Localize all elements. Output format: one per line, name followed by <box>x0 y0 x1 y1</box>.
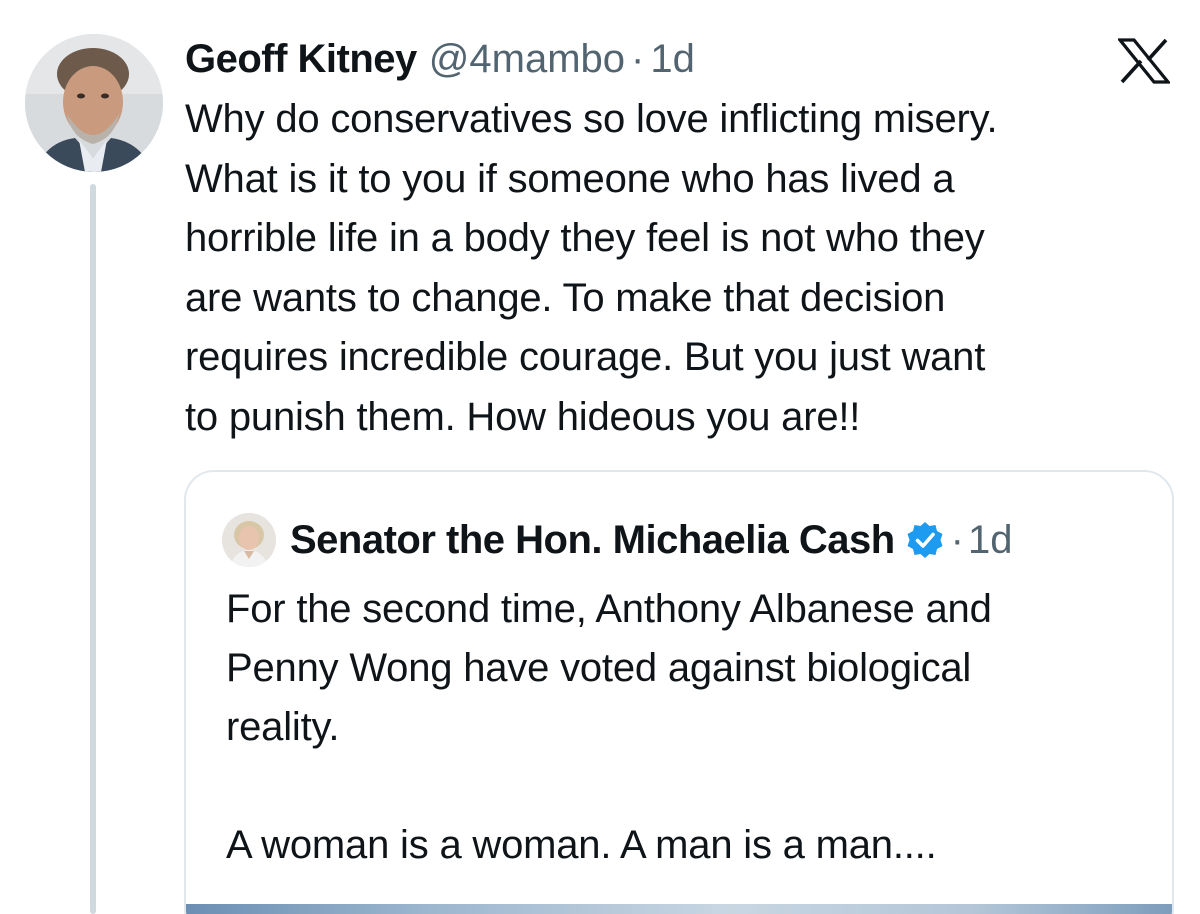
separator-dot: · <box>631 37 645 81</box>
quoted-tweet-card[interactable]: Senator the Hon. Michaelia Cash · 1d For… <box>184 470 1174 914</box>
quoted-tweet-header: Senator the Hon. Michaelia Cash · 1d <box>222 512 1012 568</box>
person-photo-icon <box>25 34 163 172</box>
author-name[interactable]: Geoff Kitney <box>185 34 417 84</box>
quoted-tweet-media-image[interactable] <box>186 904 1172 914</box>
separator-dot: · <box>950 517 964 562</box>
verified-badge-icon <box>905 520 945 560</box>
quoted-tweet-text: For the second time, Anthony Albanese an… <box>226 587 992 867</box>
quoted-tweet-timestamp[interactable]: 1d <box>968 518 1013 563</box>
author-avatar[interactable] <box>25 34 163 172</box>
quoted-author-avatar[interactable] <box>222 513 276 567</box>
tweet-timestamp[interactable]: 1d <box>650 34 695 84</box>
tweet-text: Why do conservatives so love inflicting … <box>185 97 998 439</box>
x-logo-icon[interactable] <box>1118 38 1170 84</box>
quoted-author-name[interactable]: Senator the Hon. Michaelia Cash <box>290 518 895 563</box>
thread-connector-line <box>90 184 96 914</box>
author-handle[interactable]: @4mambo <box>429 34 625 84</box>
person-photo-icon <box>222 513 276 567</box>
tweet-header: Geoff Kitney @4mambo · 1d <box>185 34 695 84</box>
